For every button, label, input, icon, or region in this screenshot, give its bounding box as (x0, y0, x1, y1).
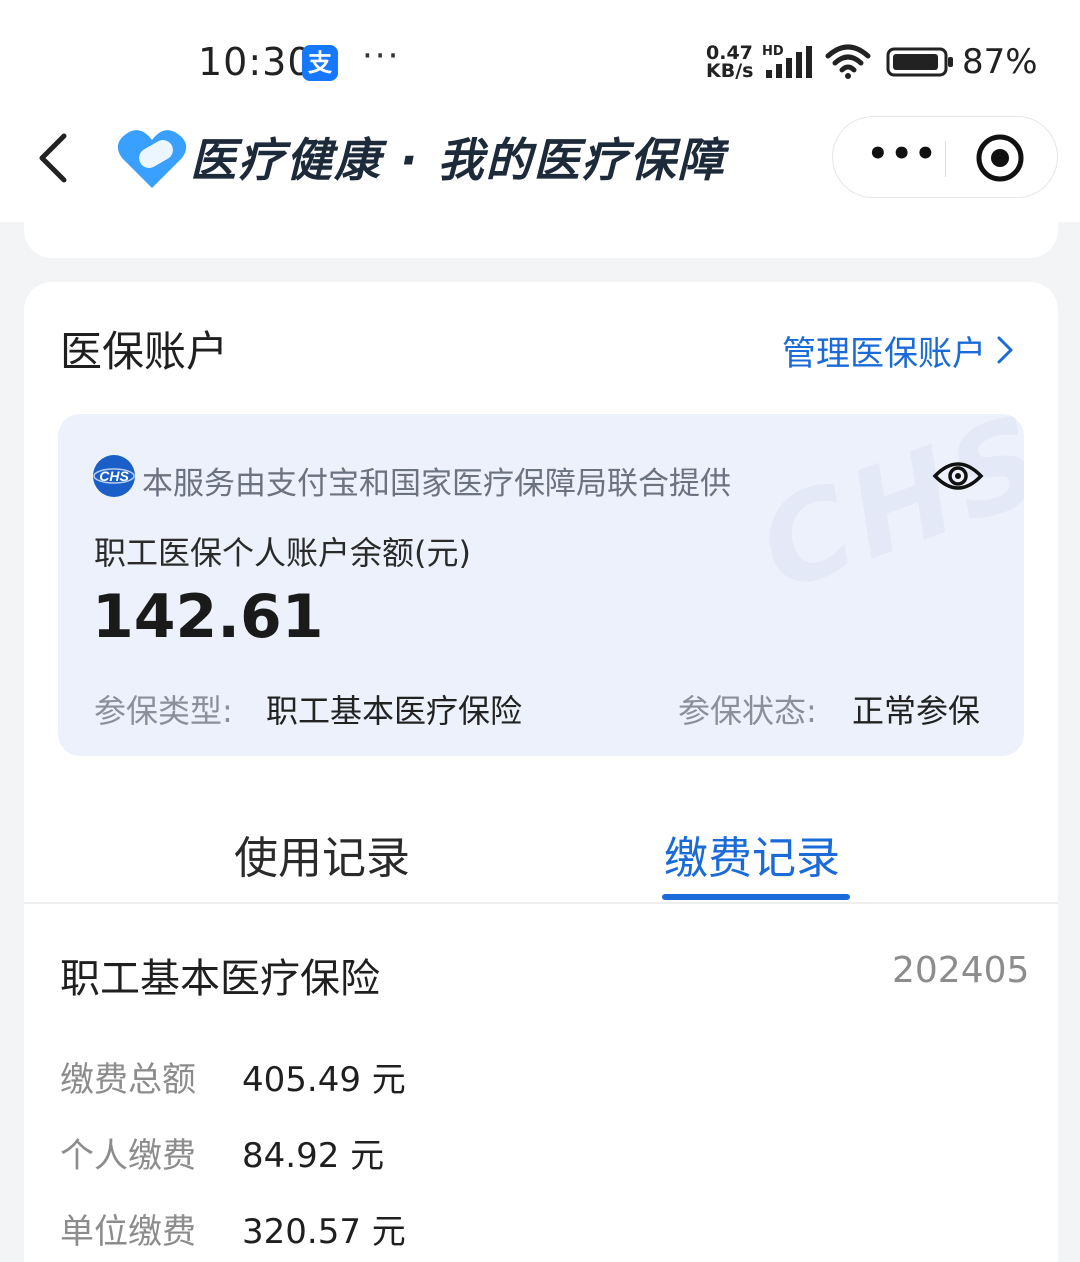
section-title: 医保账户 (60, 327, 229, 376)
balance-value: 142.61 (92, 582, 324, 652)
insurance-status-value: 正常参保 (852, 692, 981, 730)
signal-icon (766, 46, 812, 78)
network-speed: 0.47 KB/s (706, 44, 758, 82)
alipay-icon: 支 (302, 45, 338, 81)
medical-health-logo-icon (117, 130, 187, 188)
insurance-status-label: 参保状态: (678, 692, 817, 730)
wifi-icon (825, 44, 871, 79)
capsule-divider (945, 141, 946, 177)
tab-divider (24, 902, 1058, 904)
eye-icon[interactable] (932, 456, 984, 496)
mini-app-capsule: ••• (832, 116, 1058, 198)
balance-label: 职工医保个人账户余额(元) (94, 534, 471, 572)
medical-account-card: 医保账户 管理医保账户 CHS CHS 本服务由支付宝和国家医疗保障局联合提供 … (24, 282, 1058, 1262)
chs-watermark: CHS (743, 414, 1024, 619)
notification-dots: ··· (362, 36, 401, 76)
insurance-type-label: 参保类型: (94, 692, 233, 730)
more-icon[interactable]: ••• (867, 137, 936, 177)
battery-percent: 87% (962, 42, 1038, 82)
chevron-right-icon[interactable] (994, 334, 1016, 366)
tab-usage-records[interactable]: 使用记录 (234, 822, 410, 886)
provider-text: 本服务由支付宝和国家医疗保障局联合提供 (142, 466, 731, 502)
personal-payment-label: 个人缴费 (60, 1136, 196, 1176)
network-speed-unit: KB/s (706, 60, 754, 82)
employer-payment-value: 320.57 元 (242, 1212, 406, 1252)
close-target-icon[interactable] (975, 133, 1025, 183)
back-arrow-icon[interactable] (34, 130, 74, 186)
status-time: 10:30 (198, 40, 313, 84)
previous-card (24, 200, 1058, 258)
record-title: 职工基本医疗保险 (60, 956, 380, 1002)
record-period: 202405 (892, 950, 1030, 991)
employer-payment-label: 单位缴费 (60, 1212, 196, 1252)
total-payment-value: 405.49 元 (242, 1060, 406, 1100)
tab-payment-records[interactable]: 缴费记录 (664, 822, 840, 886)
insurance-type-value: 职工基本医疗保险 (266, 692, 523, 730)
personal-payment-value: 84.92 元 (242, 1136, 385, 1176)
svg-text:CHS: CHS (99, 468, 129, 484)
balance-panel: CHS CHS 本服务由支付宝和国家医疗保障局联合提供 职工医保个人账户余额(元… (58, 414, 1024, 756)
nav-title: 医疗健康 · 我的医疗保障 (190, 133, 726, 187)
status-bar: 10:30 支 ··· 0.47 KB/s HD 87% (0, 0, 1080, 110)
total-payment-label: 缴费总额 (60, 1060, 196, 1100)
active-tab-indicator (662, 894, 850, 900)
manage-account-link[interactable]: 管理医保账户 (782, 326, 986, 375)
chs-logo-icon: CHS (93, 455, 135, 497)
battery-icon (886, 47, 953, 77)
